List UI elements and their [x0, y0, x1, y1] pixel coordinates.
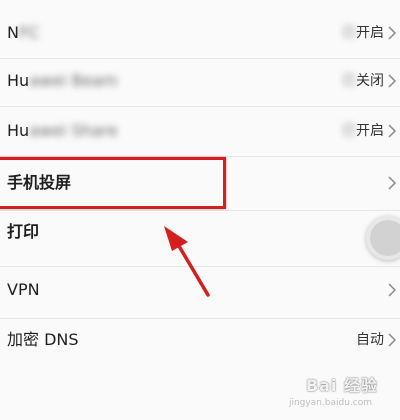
value-text: 开启: [356, 25, 384, 41]
row-label-print: 打印: [7, 222, 40, 241]
divider: [0, 210, 400, 211]
label-visible: N: [7, 23, 19, 42]
row-value-huawei-share: 已开启: [342, 121, 384, 141]
settings-row-huawei-share[interactable]: Huawei Share 已开启: [0, 116, 400, 146]
chevron-right-icon: [388, 74, 397, 88]
value-blurred: 已: [342, 25, 356, 41]
settings-row-nfc[interactable]: NFC 已开启: [0, 18, 400, 48]
highlight-box: [0, 157, 226, 209]
settings-row-print[interactable]: 打印: [0, 220, 400, 250]
settings-row-vpn[interactable]: VPN: [0, 278, 400, 308]
divider: [0, 318, 400, 319]
chevron-right-icon: [388, 124, 397, 138]
settings-row-encrypted-dns[interactable]: 加密 DNS 自动: [0, 328, 400, 358]
label-visible: Hu: [7, 121, 30, 140]
label-blurred: awei Beam: [29, 71, 118, 90]
label-blurred: FC: [18, 23, 40, 42]
value-text: 关闭: [356, 73, 384, 89]
row-label-vpn: VPN: [7, 280, 40, 299]
value-blurred: 已: [342, 123, 356, 139]
row-label-huawei-share: Huawei Share: [7, 121, 118, 141]
chevron-right-icon: [388, 176, 397, 190]
chevron-right-icon: [388, 26, 397, 40]
watermark: Bai 经验: [305, 376, 378, 395]
row-label-nfc: NFC: [7, 23, 39, 43]
row-label-huawei-beam: Huawei Beam: [7, 71, 118, 91]
value-text: 开启: [356, 123, 384, 139]
divider: [0, 58, 400, 59]
chevron-right-icon: [388, 283, 397, 297]
row-value-encrypted-dns: 自动: [356, 332, 384, 348]
label-blurred: awei Share: [29, 121, 118, 140]
divider: [0, 266, 400, 267]
settings-row-huawei-beam[interactable]: Huawei Beam 已关闭: [0, 66, 400, 96]
chevron-right-icon: [388, 333, 397, 347]
divider: [0, 106, 400, 107]
label-visible: Hu: [7, 71, 30, 90]
row-label-encrypted-dns: 加密 DNS: [7, 330, 79, 349]
print-toggle[interactable]: [366, 216, 400, 260]
value-blurred: 已: [342, 73, 356, 89]
row-value-huawei-beam: 已关闭: [342, 71, 384, 91]
row-value-nfc: 已开启: [342, 23, 384, 43]
watermark-sub: jingyan.baidu.com: [288, 398, 372, 408]
